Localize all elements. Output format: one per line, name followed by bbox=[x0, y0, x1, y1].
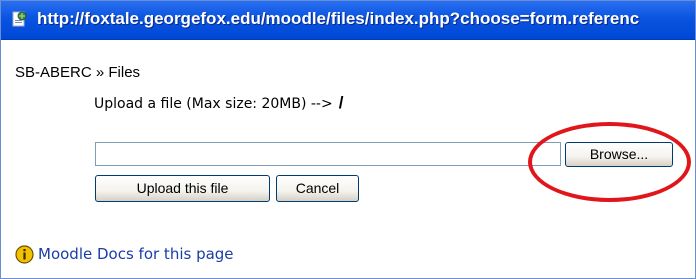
window-titlebar[interactable]: http://foxtale.georgefox.edu/moodle/file… bbox=[1, 1, 695, 40]
page-icon bbox=[12, 11, 27, 27]
upload-file-button[interactable]: Upload this file bbox=[95, 175, 270, 202]
upload-info: Upload a file (Max size: 20MB) --> / bbox=[94, 93, 343, 113]
upload-path: / bbox=[338, 93, 344, 112]
cancel-button[interactable]: Cancel bbox=[276, 175, 359, 202]
moodle-docs-link[interactable]: Moodle Docs for this page bbox=[38, 245, 234, 263]
breadcrumb-separator: » bbox=[95, 64, 105, 81]
browser-popup-window: http://foxtale.georgefox.edu/moodle/file… bbox=[0, 0, 696, 279]
breadcrumb-course[interactable]: SB-ABERC bbox=[15, 64, 92, 81]
window-title-url: http://foxtale.georgefox.edu/moodle/file… bbox=[37, 9, 640, 28]
breadcrumb: SB-ABERC » Files bbox=[15, 64, 140, 81]
highlight-circle-annotation bbox=[528, 122, 691, 202]
breadcrumb-current: Files bbox=[108, 64, 141, 81]
upload-info-text: Upload a file (Max size: 20MB) --> bbox=[94, 96, 333, 112]
page-content: SB-ABERC » Files Upload a file (Max size… bbox=[1, 40, 695, 278]
info-icon bbox=[15, 245, 34, 264]
file-path-input[interactable] bbox=[95, 142, 561, 166]
